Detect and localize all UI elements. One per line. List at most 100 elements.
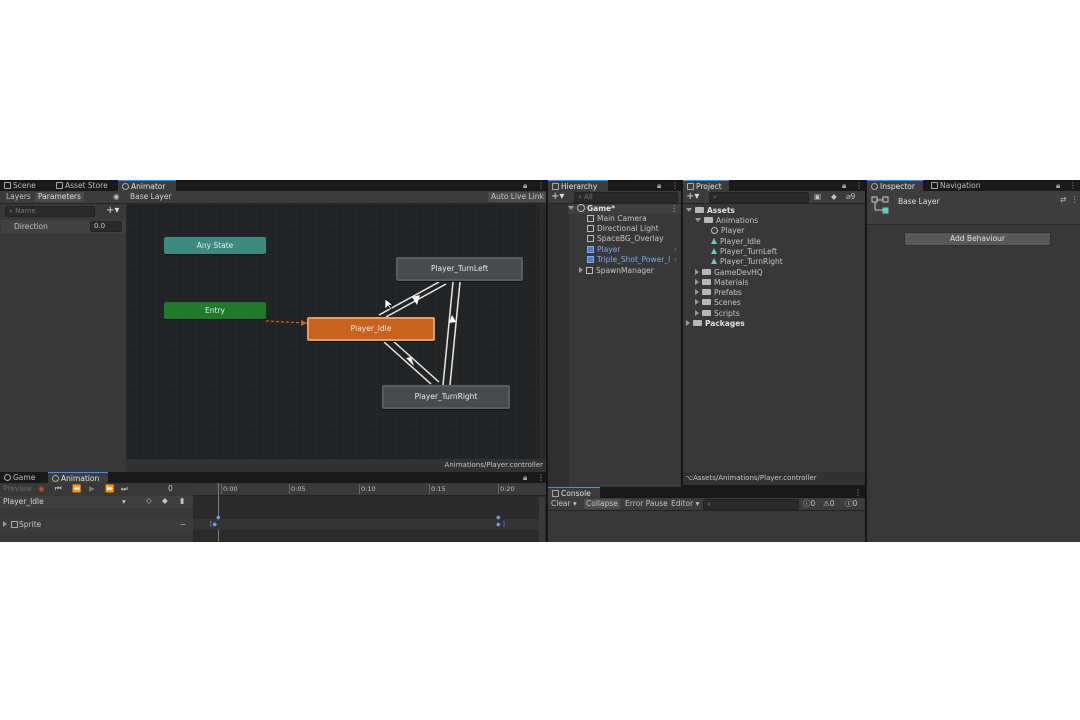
expand-arrow[interactable] bbox=[579, 267, 583, 273]
hierarchy-item[interactable]: Directional Light bbox=[587, 224, 659, 234]
error-count-toggle[interactable]: Ⓘ0 bbox=[845, 499, 857, 509]
editor-dropdown[interactable]: Editor ▾ bbox=[671, 499, 699, 509]
player-turn-right-node[interactable]: Player_TurnRight bbox=[382, 385, 510, 409]
any-state-node[interactable]: Any State bbox=[164, 237, 266, 254]
project-item[interactable]: Player_TurnLeft bbox=[711, 247, 777, 257]
packages-folder[interactable]: Packages bbox=[686, 319, 745, 329]
tab-animator[interactable]: Animator bbox=[118, 180, 176, 191]
menu-icon[interactable]: ⋮ bbox=[1069, 180, 1077, 191]
filter-label-icon[interactable]: ◆ bbox=[831, 192, 837, 202]
hierarchy-item[interactable]: SpawnManager bbox=[579, 266, 654, 276]
scene-menu-icon[interactable]: ⋮ bbox=[671, 204, 679, 214]
console-search[interactable]: ⌕ bbox=[703, 499, 799, 510]
layer-name-field[interactable]: Base Layer bbox=[894, 196, 1056, 208]
last-key-icon[interactable]: ⏭ bbox=[121, 484, 128, 494]
auto-live-link-button[interactable]: Auto Live Link bbox=[488, 192, 547, 202]
project-search[interactable]: ⌕ bbox=[709, 192, 809, 203]
splitter[interactable] bbox=[681, 180, 682, 485]
right-to-idle-transition[interactable] bbox=[391, 339, 440, 383]
tab-console[interactable]: Console bbox=[548, 487, 600, 498]
first-key-icon[interactable]: ⏮ bbox=[55, 484, 62, 494]
preview-toggle[interactable]: Preview bbox=[3, 484, 32, 494]
menu-icon[interactable]: ⋮ bbox=[854, 487, 862, 498]
player-idle-node[interactable]: Player_Idle bbox=[307, 317, 435, 341]
parameter-row[interactable]: Direction 0.0 bbox=[1, 220, 125, 234]
eye-icon[interactable]: ◉ bbox=[113, 192, 120, 202]
keyframe-marker[interactable]: ◆ ] bbox=[496, 520, 505, 530]
splitter[interactable] bbox=[546, 180, 547, 542]
tab-navigation[interactable]: Navigation bbox=[927, 180, 991, 191]
clip-selector[interactable]: Player_Idle ▾ ◇ ◆ ▮ bbox=[0, 496, 193, 508]
folder-item[interactable]: Prefabs bbox=[695, 288, 742, 298]
chevron-right-icon[interactable]: › bbox=[674, 255, 677, 265]
tab-scene[interactable]: Scene bbox=[0, 180, 52, 191]
tab-game[interactable]: Game bbox=[0, 472, 48, 483]
menu-icon[interactable]: ⋮ bbox=[537, 180, 545, 191]
error-pause-button[interactable]: Error Pause bbox=[625, 499, 668, 509]
create-icon[interactable]: +▾ bbox=[686, 192, 699, 202]
lock-icon[interactable]: 🔒︎ bbox=[523, 180, 527, 191]
dopesheet[interactable]: 0:00 0:05 0:10 0:15 0:20 ◆ ◆ [◆ ◆ ] bbox=[193, 483, 546, 542]
tab-asset-store[interactable]: Asset Store bbox=[52, 180, 118, 191]
expand-arrow[interactable] bbox=[3, 520, 10, 530]
add-parameter-icon[interactable]: +▾ bbox=[106, 206, 119, 216]
next-key-icon[interactable]: ⏩ bbox=[105, 484, 114, 494]
entry-node[interactable]: Entry bbox=[164, 302, 266, 319]
chevron-right-icon[interactable]: › bbox=[674, 245, 677, 255]
tab-hierarchy[interactable]: Hierarchy bbox=[548, 180, 608, 191]
scene-row[interactable]: Game* ⋮ bbox=[568, 204, 681, 214]
parameter-value-field[interactable]: 0.0 bbox=[90, 221, 122, 232]
folder-item[interactable]: Materials bbox=[695, 278, 748, 288]
add-event-icon[interactable]: ◆ bbox=[162, 496, 168, 506]
hierarchy-item[interactable]: Main Camera bbox=[587, 214, 647, 224]
hierarchy-item-player[interactable]: Player bbox=[587, 245, 620, 255]
filter-type-icon[interactable]: ▣ bbox=[814, 192, 821, 202]
lock-icon[interactable]: 🔒︎ bbox=[842, 180, 846, 191]
project-item[interactable]: Player_Idle bbox=[711, 237, 761, 247]
lock-icon[interactable]: 🔒︎ bbox=[1056, 180, 1060, 191]
property-row[interactable]: Sprite − bbox=[0, 519, 193, 531]
presets-icon[interactable]: ⇄ bbox=[1060, 195, 1066, 205]
frame-field[interactable]: 0 bbox=[168, 484, 173, 494]
splitter[interactable] bbox=[865, 180, 866, 542]
hidden-packages-toggle[interactable]: ⌀9 bbox=[846, 192, 855, 202]
lock-icon[interactable]: 🔒︎ bbox=[657, 180, 661, 191]
collapse-button[interactable]: Collapse bbox=[584, 499, 620, 509]
parameter-search[interactable]: ⌕ Name bbox=[5, 206, 95, 217]
idle-to-right-transition[interactable] bbox=[383, 341, 432, 385]
assets-folder[interactable]: Assets bbox=[686, 206, 735, 216]
prev-key-icon[interactable]: ⏪ bbox=[72, 484, 81, 494]
folder-item[interactable]: Scripts bbox=[695, 309, 740, 319]
timeline-ruler[interactable]: 0:00 0:05 0:10 0:15 0:20 bbox=[193, 483, 546, 496]
folder-item[interactable]: GameDevHQ bbox=[695, 268, 763, 278]
tab-project[interactable]: Project bbox=[683, 180, 729, 191]
record-icon[interactable]: ◉ bbox=[38, 484, 45, 494]
hierarchy-item[interactable]: SpaceBG_Overlay bbox=[587, 234, 664, 244]
project-item[interactable]: Player_TurnRight bbox=[711, 257, 783, 267]
folder-item[interactable]: Scenes bbox=[695, 298, 741, 308]
layers-tab[interactable]: Layers bbox=[6, 192, 31, 202]
warning-count-toggle[interactable]: ⚠0 bbox=[823, 499, 835, 509]
dopesheet-scrollbar[interactable] bbox=[539, 497, 545, 542]
hierarchy-item-triple-shot[interactable]: Triple_Shot_Power_I bbox=[587, 255, 671, 265]
hierarchy-search[interactable]: ⌕ All bbox=[574, 192, 678, 203]
clear-button[interactable]: Clear ▾ bbox=[551, 499, 577, 509]
animations-folder[interactable]: Animations bbox=[695, 216, 758, 226]
menu-icon[interactable]: ⋮ bbox=[855, 180, 863, 191]
lock-icon[interactable]: 🔒︎ bbox=[523, 472, 527, 483]
graph-scrollbar[interactable] bbox=[539, 204, 546, 459]
info-count-toggle[interactable]: ⓘ0 bbox=[803, 499, 815, 509]
menu-icon[interactable]: ⋮ bbox=[537, 472, 545, 483]
property-options-icon[interactable]: − bbox=[180, 520, 186, 530]
event-marker-icon[interactable]: ▮ bbox=[180, 496, 184, 506]
parameters-tab[interactable]: Parameters bbox=[35, 192, 84, 202]
animator-graph[interactable]: Any State Entry Player_Idle Player_TurnL… bbox=[126, 204, 546, 459]
tab-inspector[interactable]: Inspector bbox=[867, 180, 923, 191]
add-keyframe-icon[interactable]: ◇ bbox=[146, 496, 152, 506]
inspector-menu-icon[interactable]: ⋮ bbox=[1071, 195, 1079, 205]
menu-icon[interactable]: ⋮ bbox=[671, 180, 679, 191]
project-item[interactable]: Player bbox=[711, 226, 744, 236]
layer-breadcrumb[interactable]: Base Layer bbox=[130, 192, 172, 202]
keyframe-marker[interactable]: [◆ bbox=[210, 520, 217, 530]
create-icon[interactable]: +▾ bbox=[551, 192, 564, 202]
